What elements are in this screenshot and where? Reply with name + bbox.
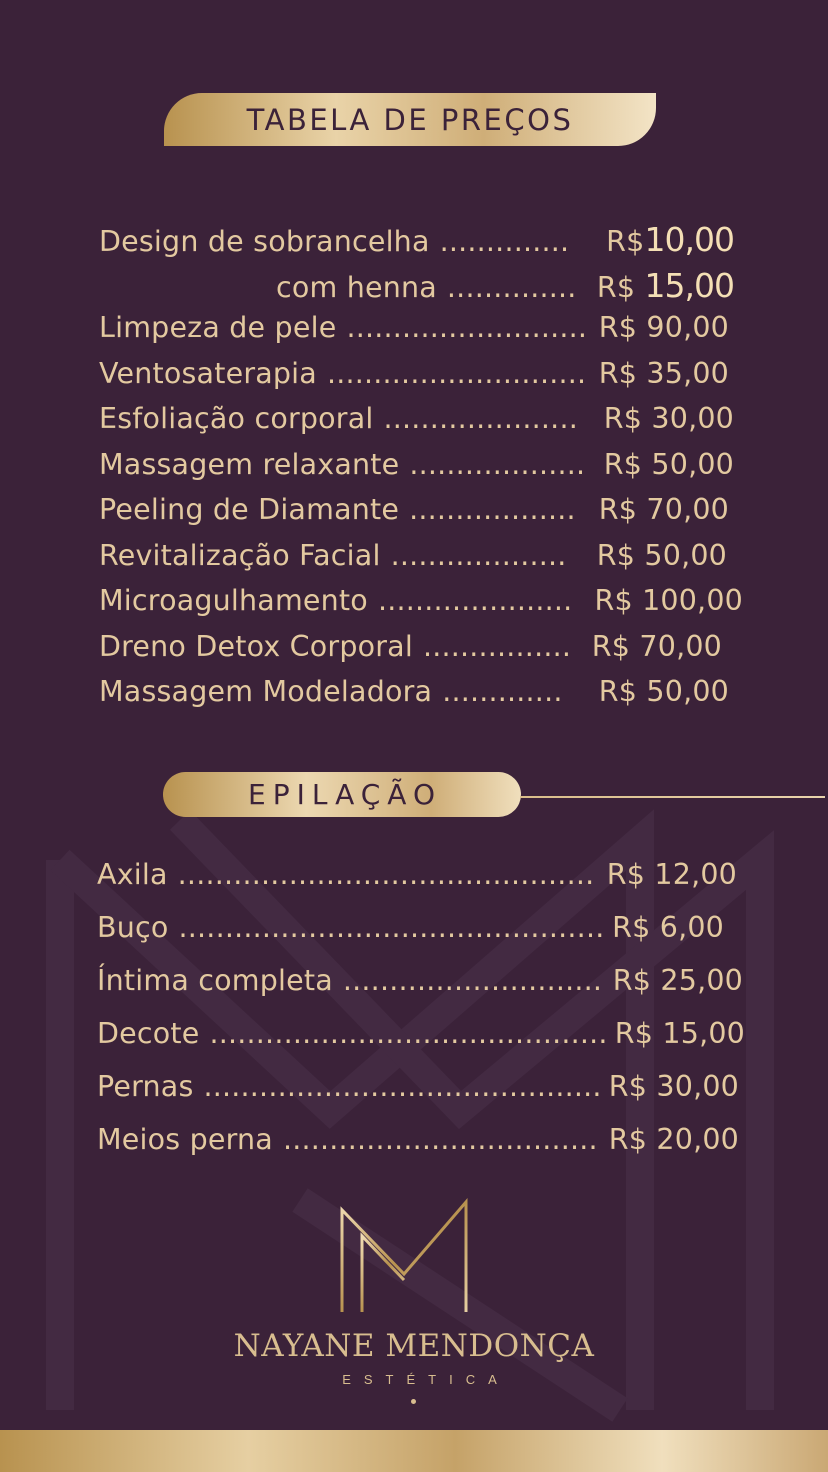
- price-row-dreno-detox: Dreno Detox Corporal ................ R$…: [99, 630, 722, 663]
- price-row-decote: Decote .................................…: [97, 1017, 745, 1050]
- price-row-esfoliacao-corporal: Esfoliação corporal ....................…: [99, 402, 734, 435]
- dot-leader: ...................: [409, 448, 586, 481]
- service-name: Axila: [97, 858, 168, 891]
- dot-leader: ........................................…: [203, 1070, 599, 1103]
- service-price: R$ 70,00: [591, 630, 722, 663]
- price-row-microagulhamento: Microagulhamento ..................... R…: [99, 584, 743, 617]
- service-price: R$ 20,00: [608, 1123, 739, 1156]
- service-price: R$ 25,00: [612, 964, 743, 997]
- dot-leader: .....................: [377, 584, 573, 617]
- service-name: Limpeza de pele: [99, 311, 337, 344]
- service-name: Buço: [97, 911, 169, 944]
- dot-leader: .............: [442, 675, 563, 708]
- service-price: R$ 15,00: [596, 266, 735, 305]
- brand-name: NAYANE MENDONÇA: [233, 1328, 595, 1364]
- dot-leader: ..........................: [346, 311, 588, 344]
- price-row-intima-completa: Íntima completa ........................…: [97, 964, 743, 997]
- price-row-com-henna: com henna .............. R$ 15,00: [276, 266, 735, 305]
- service-name: Íntima completa: [97, 964, 333, 997]
- service-price: R$ 30,00: [608, 1070, 739, 1103]
- service-price: R$ 50,00: [598, 675, 729, 708]
- service-name: Ventosaterapia: [99, 357, 317, 390]
- service-price: R$ 30,00: [603, 402, 734, 435]
- dot-leader: ..............: [446, 271, 577, 304]
- epilacao-title: EPILAÇÃO: [248, 778, 442, 811]
- service-name: Decote: [97, 1017, 200, 1050]
- dot-leader: ..................................: [282, 1123, 598, 1156]
- page-title: TABELA DE PREÇOS: [246, 102, 574, 137]
- dot-leader: .....................: [383, 402, 578, 435]
- dot-leader: ................: [422, 630, 572, 663]
- service-price: R$ 50,00: [596, 539, 727, 572]
- service-name: Design de sobrancelha: [99, 225, 430, 258]
- bottom-gold-bar: [0, 1430, 828, 1472]
- price-row-pernas: Pernas .................................…: [97, 1070, 739, 1103]
- price-row-massagem-relaxante: Massagem relaxante ................... R…: [99, 448, 734, 481]
- dot-leader: ............................: [326, 357, 587, 390]
- service-name: Revitalização Facial: [99, 539, 381, 572]
- dot-leader: ........................................…: [177, 858, 597, 891]
- service-name: com henna: [276, 271, 437, 304]
- price-row-massagem-modeladora: Massagem Modeladora ............. R$ 50,…: [99, 675, 729, 708]
- service-price: R$ 15,00: [614, 1017, 745, 1050]
- price-row-design-sobrancelha: Design de sobrancelha .............. R$1…: [99, 220, 735, 259]
- service-price: R$ 70,00: [598, 493, 729, 526]
- price-row-revitalizacao-facial: Revitalização Facial ...................…: [99, 539, 727, 572]
- service-price: R$ 100,00: [594, 584, 743, 617]
- service-price: R$ 35,00: [598, 357, 729, 390]
- service-name: Peeling de Diamante: [99, 493, 400, 526]
- service-name: Massagem Modeladora: [99, 675, 433, 708]
- dot-leader: ...................: [390, 539, 567, 572]
- dot-leader: ........................................…: [178, 911, 603, 944]
- brand-subtitle: ESTÉTICA: [342, 1372, 510, 1387]
- dot-leader: ..............: [439, 225, 570, 258]
- nm-monogram-icon: [336, 1197, 474, 1314]
- price-row-peeling-diamante: Peeling de Diamante .................. R…: [99, 493, 729, 526]
- section-divider-line: [520, 796, 825, 798]
- price-row-axila: Axila ..................................…: [97, 858, 737, 891]
- price-row-buco: Buço ...................................…: [97, 911, 724, 944]
- service-price: R$ 12,00: [606, 858, 737, 891]
- dot-leader: ............................: [342, 964, 603, 997]
- service-name: Esfoliação corporal: [99, 402, 374, 435]
- service-name: Massagem relaxante: [99, 448, 400, 481]
- service-price: R$ 50,00: [603, 448, 734, 481]
- service-price: R$10,00: [606, 220, 735, 259]
- price-row-limpeza-pele: Limpeza de pele ........................…: [99, 311, 729, 344]
- service-name: Dreno Detox Corporal: [99, 630, 413, 663]
- price-row-meios-perna: Meios perna ............................…: [97, 1123, 739, 1156]
- service-price: R$ 90,00: [598, 311, 729, 344]
- service-name: Pernas: [97, 1070, 194, 1103]
- service-name: Meios perna: [97, 1123, 273, 1156]
- dot-leader: ........................................…: [209, 1017, 605, 1050]
- service-price: R$ 6,00: [612, 911, 724, 944]
- epilacao-title-banner: EPILAÇÃO: [163, 772, 521, 817]
- dot-leader: ..................: [409, 493, 576, 526]
- price-table-title-banner: TABELA DE PREÇOS: [164, 93, 656, 146]
- price-row-ventosaterapia: Ventosaterapia .........................…: [99, 357, 729, 390]
- brand-dot: [411, 1399, 416, 1404]
- service-name: Microagulhamento: [99, 584, 368, 617]
